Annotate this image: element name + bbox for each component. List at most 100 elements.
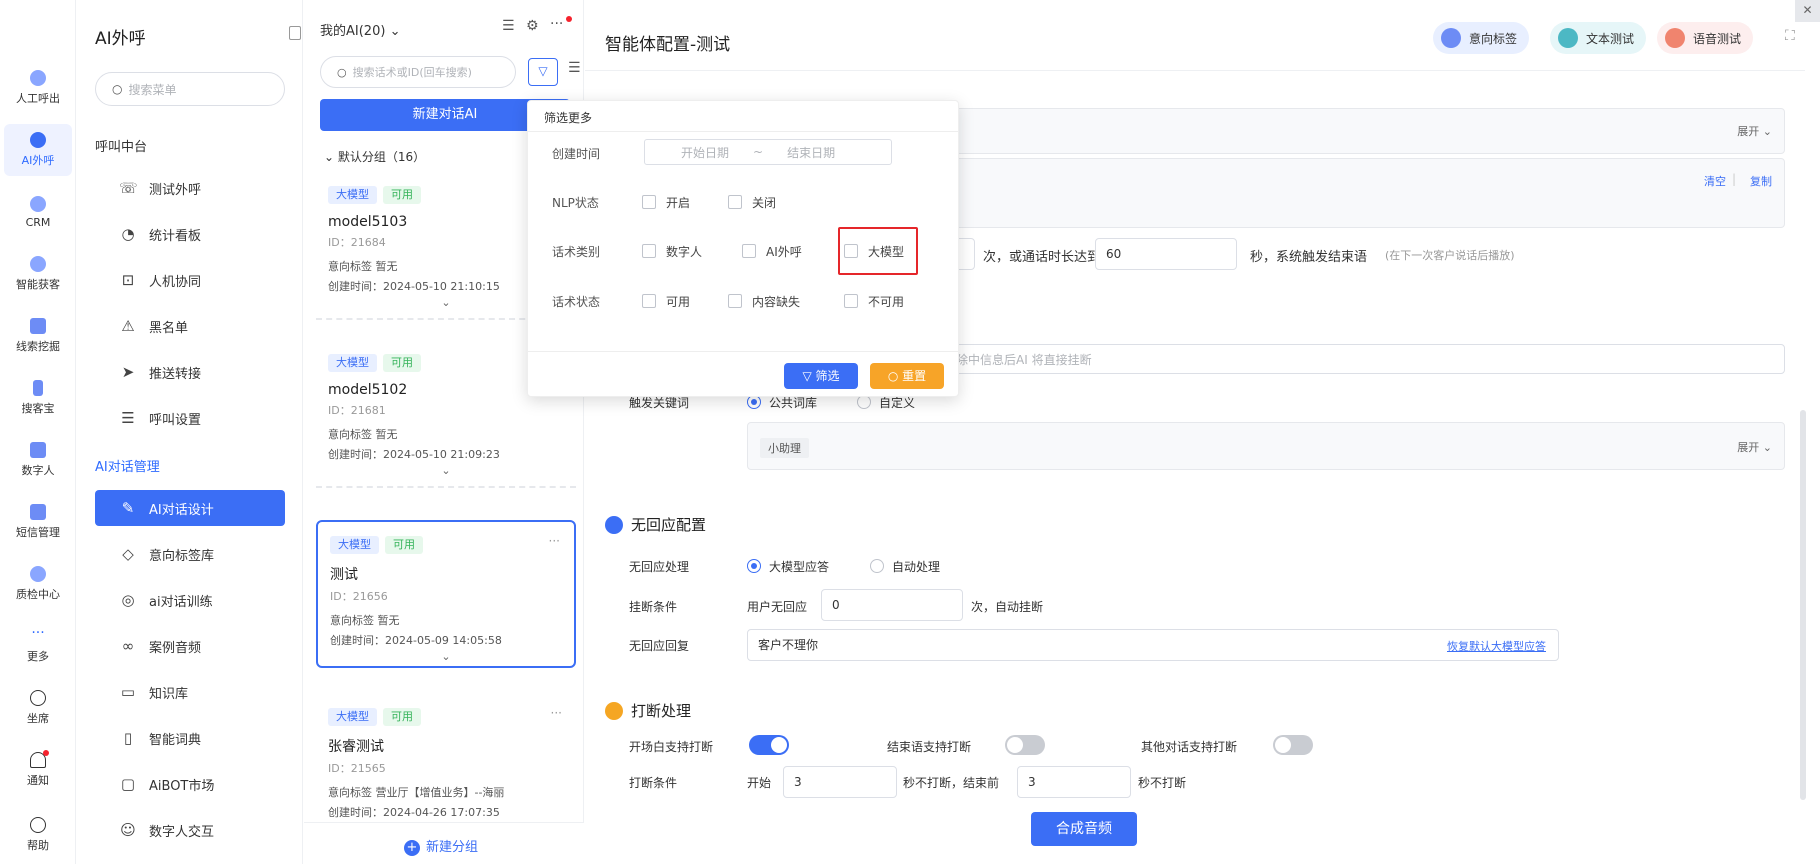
text-test-button[interactable]: 文本测试 <box>1550 22 1647 54</box>
group-default[interactable]: ⌄ 默认分组（16） <box>324 148 425 165</box>
rail-item-seat[interactable]: 坐席 <box>4 682 72 734</box>
hangup-text-input[interactable]: 除中信息后AI 将直接挂断 <box>945 344 1785 374</box>
rail-item-soukebao[interactable]: 搜客宝 <box>4 372 72 424</box>
rail-item-more[interactable]: ··· 更多 <box>4 620 72 672</box>
type-ai-call-checkbox[interactable]: AI外呼 <box>742 243 802 260</box>
ending-interrupt-switch[interactable] <box>1005 735 1045 755</box>
llm-reply-radio[interactable]: 大模型应答 <box>747 558 829 575</box>
end-no-interrupt-input[interactable]: 3 <box>1017 766 1131 798</box>
restore-default-link[interactable]: 恢复默认大模型应答 <box>1447 638 1546 654</box>
ai-card-selected[interactable]: 大模型 可用 ··· 测试 ID：21656 意向标签 暂无 创建时间：2024-… <box>316 520 576 668</box>
card-intent: 意向标签 暂无 <box>330 614 400 627</box>
keyword-tag[interactable]: 小助理 <box>760 438 809 458</box>
card-created: 创建时间：2024-04-26 17:07:35 <box>328 806 500 819</box>
end-duration-input[interactable]: 60 <box>1095 238 1237 270</box>
checkbox <box>844 294 858 308</box>
expand-toggle[interactable]: 展开 ⌄ <box>1737 439 1772 455</box>
menu-item-digital-interact[interactable]: ☺ 数字人交互 <box>95 812 285 848</box>
menu-item-test-call[interactable]: ☏ 测试外呼 <box>95 170 285 206</box>
tv-icon <box>30 442 46 458</box>
rail-item-manual-call[interactable]: 人工呼出 <box>4 62 72 114</box>
list-view-icon[interactable]: ☰ <box>568 60 581 76</box>
checkbox <box>642 244 656 258</box>
date-range-picker[interactable]: 开始日期 ~ 结束日期 <box>644 139 892 165</box>
phone-icon <box>30 70 46 86</box>
rail-item-leads[interactable]: 线索挖掘 <box>4 310 72 362</box>
menu-item-collab[interactable]: ⊡ 人机协同 <box>95 262 285 298</box>
rail-item-qc[interactable]: 质检中心 <box>4 558 72 610</box>
menu-item-case-audio[interactable]: ∞ 案例音频 <box>95 628 285 664</box>
card-more-icon[interactable]: ··· <box>551 706 562 720</box>
ai-search-input[interactable]: ○ 搜索话术或ID(回车搜索) <box>320 56 516 88</box>
menu-item-intent-tags[interactable]: ◇ 意向标签库 <box>95 536 285 572</box>
menu-item-ai-design[interactable]: ✎ AI对话设计 <box>95 490 285 526</box>
menu-item-knowledge[interactable]: ▭ 知识库 <box>95 674 285 710</box>
synthesize-audio-button[interactable]: 合成音频 <box>1031 812 1137 846</box>
nlp-off-checkbox[interactable]: 关闭 <box>728 194 776 211</box>
no-reply-text-input[interactable]: 客户不理你 <box>747 629 1559 661</box>
fullscreen-icon[interactable]: ⛶ <box>1785 28 1795 44</box>
start-no-interrupt-input[interactable]: 3 <box>783 766 897 798</box>
rail-item-sms[interactable]: 短信管理 <box>4 496 72 548</box>
chevron-down-icon[interactable]: ⌄ <box>330 650 562 663</box>
send-icon: ➤ <box>121 363 135 381</box>
gear-icon[interactable]: ⚙ <box>526 18 539 34</box>
phone-icon: ☏ <box>119 179 138 197</box>
more-icon[interactable]: ··· <box>550 16 563 32</box>
voice-test-button[interactable]: 语音测试 <box>1657 22 1754 54</box>
menu-item-dashboard[interactable]: ◔ 统计看板 <box>95 216 285 252</box>
card-name: 张睿测试 <box>328 739 384 755</box>
menu-item-call-settings[interactable]: ☰ 呼叫设置 <box>95 400 285 436</box>
card-more-icon[interactable]: ··· <box>549 534 560 548</box>
status-unavailable-checkbox[interactable]: 不可用 <box>844 293 904 310</box>
user-icon <box>605 515 623 534</box>
rail-item-digital-human[interactable]: 数字人 <box>4 434 72 486</box>
type-digital-human-checkbox[interactable]: 数字人 <box>642 243 702 260</box>
intent-tag-button[interactable]: 意向标签 <box>1433 22 1530 54</box>
new-group-button[interactable]: + 新建分组 <box>404 836 478 856</box>
menu-item-ai-training[interactable]: ◎ ai对话训练 <box>95 582 285 618</box>
status-missing-checkbox[interactable]: 内容缺失 <box>728 293 800 310</box>
robot-icon <box>30 132 46 148</box>
filter-button[interactable]: ▽ <box>528 58 558 86</box>
clear-link[interactable]: 清空 <box>1704 173 1726 189</box>
auto-handle-radio[interactable]: 自动处理 <box>870 558 940 575</box>
rail-item-acquire[interactable]: 智能获客 <box>4 248 72 300</box>
menu-search-input[interactable]: ○ 搜索菜单 <box>95 72 285 106</box>
menu-section-ai-dialog: AI对话管理 <box>95 460 160 475</box>
menu-item-transfer[interactable]: ➤ 推送转接 <box>95 354 285 390</box>
chevron-down-icon[interactable]: ⌄ <box>328 464 564 477</box>
interrupt-icon <box>605 701 623 720</box>
checkbox <box>728 195 742 209</box>
my-ai-dropdown[interactable]: 我的AI(20) ⌄ <box>320 20 400 39</box>
tag-llm: 大模型 <box>328 186 377 204</box>
sort-icon[interactable]: ☰ <box>502 18 515 34</box>
nlp-on-checkbox[interactable]: 开启 <box>642 194 690 211</box>
reset-filter-button[interactable]: ○ 重置 <box>870 363 944 389</box>
opening-interrupt-switch[interactable] <box>749 735 789 755</box>
copy-link[interactable]: 复制 <box>1750 173 1772 189</box>
collapse-menu-icon[interactable] <box>289 26 301 40</box>
menu-item-dictionary[interactable]: ▯ 智能词典 <box>95 720 285 756</box>
rail-item-notify[interactable]: 通知 <box>4 744 72 796</box>
scrollbar[interactable] <box>1800 410 1806 800</box>
rail-item-help[interactable]: 帮助 <box>4 806 72 864</box>
document-icon <box>1558 28 1578 48</box>
rail-item-crm[interactable]: CRM <box>4 186 72 238</box>
menu-item-aibot-market[interactable]: ▢ AiBOT市场 <box>95 766 285 802</box>
apply-filter-button[interactable]: ▽ 筛选 <box>784 363 858 389</box>
close-icon[interactable]: ✕ <box>1795 0 1820 22</box>
window-icon: ▢ <box>120 775 136 793</box>
mobile-icon <box>33 380 43 396</box>
divider <box>585 70 1805 71</box>
rail-item-ai-call[interactable]: AI外呼 <box>4 124 72 176</box>
popover-title: 筛选更多 <box>544 111 593 125</box>
menu-item-blacklist[interactable]: ⚠ 黑名单 <box>95 308 285 344</box>
ai-card[interactable]: 大模型 可用 ··· 张睿测试 ID：21565 意向标签 营业厅【增值业务】--… <box>316 694 576 842</box>
no-reply-times-input[interactable]: 0 <box>821 589 963 621</box>
other-interrupt-switch[interactable] <box>1273 735 1313 755</box>
tag-available: 可用 <box>385 536 423 554</box>
crm-icon <box>30 195 46 212</box>
status-available-checkbox[interactable]: 可用 <box>642 293 690 310</box>
expand-toggle[interactable]: 展开 ⌄ <box>1737 123 1772 139</box>
